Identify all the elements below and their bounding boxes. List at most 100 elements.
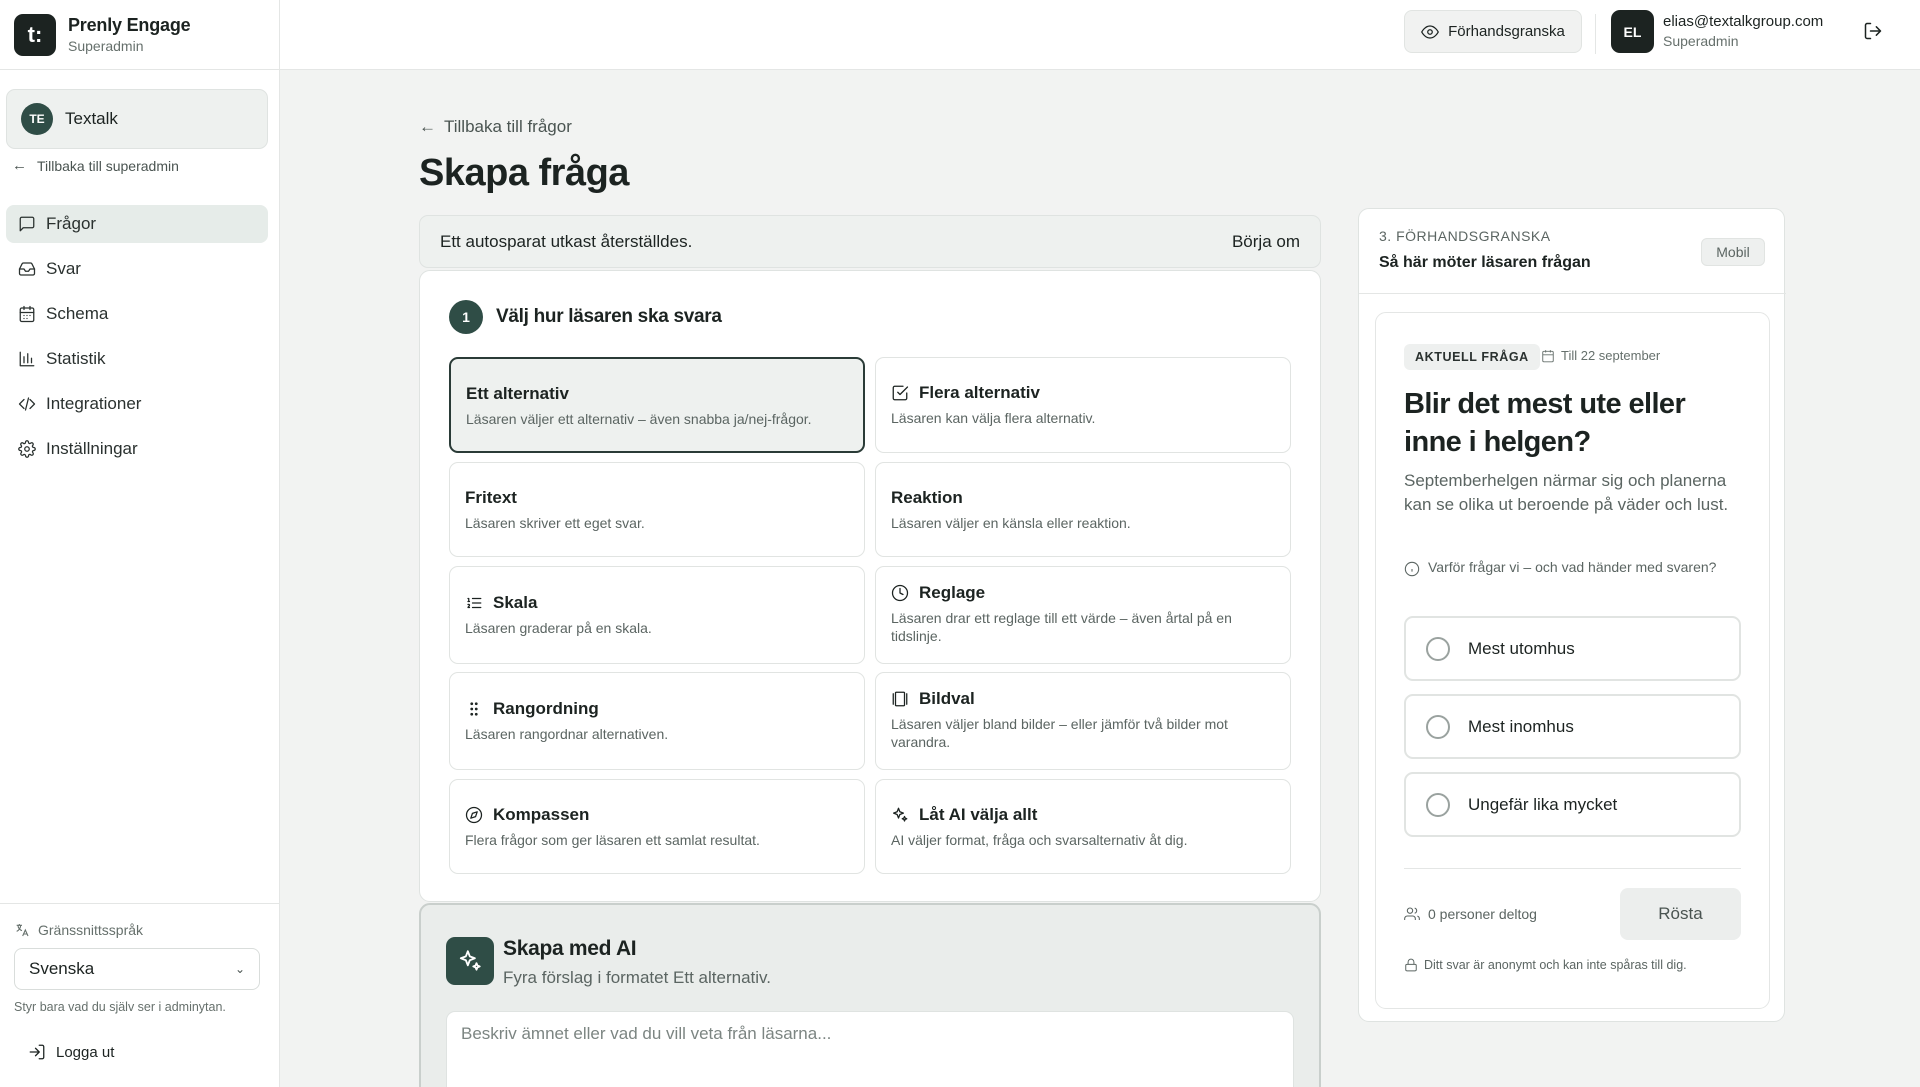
sidebar-nav: Frågor Svar Schema Statistik Integration… xyxy=(6,205,268,475)
option-desc: Läsaren väljer ett alternativ – även sna… xyxy=(466,411,812,427)
option-desc: Läsaren rangordnar alternativen. xyxy=(465,726,669,742)
translate-icon xyxy=(16,924,29,937)
lock-icon xyxy=(1405,958,1417,972)
log-in-icon xyxy=(29,1044,45,1060)
gallery-icon xyxy=(892,691,908,707)
ai-topic-input[interactable] xyxy=(446,1011,1294,1087)
app-logo: t: xyxy=(14,13,56,56)
option-fritext[interactable]: Fritext Läsaren skriver ett eget svar. xyxy=(449,462,865,557)
answer-option[interactable]: Mest utomhus xyxy=(1404,616,1741,681)
option-ett-alternativ[interactable]: Ett alternativ Läsaren väljer ett altern… xyxy=(449,357,865,453)
option-lat-ai-valja-allt[interactable]: Låt AI välja allt AI väljer format, fråg… xyxy=(875,779,1291,874)
option-skala[interactable]: Skala Läsaren graderar på en skala. xyxy=(449,566,865,664)
topbar: Förhandsgranska EL elias@textalkgroup.co… xyxy=(280,0,1920,70)
user-email: elias@textalkgroup.com xyxy=(1663,13,1824,30)
language-select[interactable]: Svenska ⌄ xyxy=(14,948,260,990)
gear-icon xyxy=(18,440,36,458)
answer-label: Mest inomhus xyxy=(1468,716,1574,736)
compass-icon xyxy=(465,806,483,824)
sidebar-item-svar[interactable]: Svar xyxy=(6,250,268,288)
option-title: Fritext xyxy=(465,488,517,507)
why-we-ask-label: Varför frågar vi – och vad händer med sv… xyxy=(1428,559,1717,575)
radio-button[interactable] xyxy=(1426,714,1450,739)
sidebar-item-statistik[interactable]: Statistik xyxy=(6,340,268,378)
language-hint: Styr bara vad du själv ser i adminytan. xyxy=(14,1000,226,1014)
preview-step-label: 3. FÖRHANDSGRANSKA xyxy=(1379,228,1551,244)
option-rangordning[interactable]: Rangordning Läsaren rangordnar alternati… xyxy=(449,672,865,770)
sidebar-item-fragor[interactable]: Frågor xyxy=(6,205,268,243)
answer-option[interactable]: Ungefär lika mycket xyxy=(1404,772,1741,837)
sidebar-item-label: Integrationer xyxy=(46,394,142,413)
sidebar-item-integrationer[interactable]: Integrationer xyxy=(6,385,268,423)
sign-out-button[interactable] xyxy=(1863,21,1885,43)
step-number: 1 xyxy=(449,300,483,334)
sparkles-icon xyxy=(892,807,908,822)
preview-button[interactable]: Förhandsgranska xyxy=(1404,10,1582,53)
back-to-superadmin-link[interactable]: ← Tillbaka till superadmin xyxy=(12,157,179,174)
option-desc: Läsaren drar ett reglage till ett värde … xyxy=(891,610,1232,644)
participant-count-text: 0 personer deltog xyxy=(1428,906,1537,922)
option-reaktion[interactable]: Reaktion Läsaren väljer en känsla eller … xyxy=(875,462,1291,557)
avatar[interactable]: EL xyxy=(1611,10,1654,53)
message-square-icon xyxy=(19,216,35,232)
answer-option[interactable]: Mest inomhus xyxy=(1404,694,1741,759)
participant-count: 0 personer deltog xyxy=(1404,906,1537,922)
deadline-text: Till 22 september xyxy=(1561,348,1661,363)
calendar-icon xyxy=(1542,349,1554,362)
users-icon xyxy=(1404,907,1420,920)
checkbox-icon xyxy=(892,385,909,401)
option-title: Låt AI välja allt xyxy=(919,805,1038,824)
option-title: Reglage xyxy=(919,583,986,602)
option-title-row: Bildval xyxy=(891,689,1275,709)
option-title: Skala xyxy=(493,593,538,612)
back-to-superadmin-label: Tillbaka till superadmin xyxy=(37,157,179,174)
option-desc: Läsaren väljer en känsla eller reaktion. xyxy=(891,515,1131,531)
preview-divider xyxy=(1359,293,1786,294)
option-reglage[interactable]: Reglage Läsaren drar ett reglage till et… xyxy=(875,566,1291,664)
option-kompassen[interactable]: Kompassen Flera frågor som ger läsaren e… xyxy=(449,779,865,874)
user-role: Superadmin xyxy=(1663,33,1739,49)
option-title-row: Skala xyxy=(465,593,849,613)
why-we-ask-link[interactable]: Varför frågar vi – och vad händer med sv… xyxy=(1404,558,1749,577)
option-desc: Läsaren väljer bland bilder – eller jämf… xyxy=(891,716,1228,750)
language-select-value: Svenska xyxy=(29,959,95,978)
anonymity-note-text: Ditt svar är anonymt och kan inte spåras… xyxy=(1424,958,1687,972)
radio-button[interactable] xyxy=(1426,792,1450,817)
option-title-row: Reglage xyxy=(891,583,1275,603)
page-title: Skapa fråga xyxy=(419,152,629,194)
answer-type-step: 1 Välj hur läsaren ska svara Ett alterna… xyxy=(419,270,1321,902)
sidebar-item-label: Schema xyxy=(46,304,109,323)
ai-sparkles-badge xyxy=(446,937,494,985)
create-with-ai-card: Skapa med AI Fyra förslag i formatet Ett… xyxy=(419,903,1321,1087)
step-title: Välj hur läsaren ska svara xyxy=(496,306,722,327)
arrow-left-icon: ← xyxy=(12,157,27,174)
sidebar-item-installningar[interactable]: Inställningar xyxy=(6,430,268,468)
app-name: Prenly Engage xyxy=(68,15,191,35)
draft-notice: Ett autosparat utkast återställdes. Börj… xyxy=(419,215,1321,268)
logout-button[interactable]: Logga ut xyxy=(28,1043,114,1061)
back-to-questions-link[interactable]: ← Tillbaka till frågor xyxy=(419,117,572,137)
draft-notice-text: Ett autosparat utkast återställdes. xyxy=(440,231,693,251)
option-desc: Flera frågor som ger läsaren ett samlat … xyxy=(465,832,760,848)
vote-button[interactable]: Rösta xyxy=(1620,888,1741,940)
sidebar-item-schema[interactable]: Schema xyxy=(6,295,268,333)
option-title-row: Rangordning xyxy=(465,699,849,719)
option-bildval[interactable]: Bildval Läsaren väljer bland bilder – el… xyxy=(875,672,1291,770)
question-preview-card: AKTUELL FRÅGA Till 22 september Blir det… xyxy=(1375,312,1770,1009)
org-switcher[interactable]: TE Textalk xyxy=(6,89,268,149)
option-flera-alternativ[interactable]: Flera alternativ Läsaren kan välja flera… xyxy=(875,357,1291,453)
info-icon xyxy=(1404,561,1420,577)
chevron-down-icon: ⌄ xyxy=(234,962,245,976)
list-ordered-icon xyxy=(467,597,482,609)
anonymity-note: Ditt svar är anonymt och kan inte spåras… xyxy=(1404,958,1687,972)
device-toggle[interactable]: Mobil xyxy=(1701,238,1765,266)
sidebar-item-label: Frågor xyxy=(46,214,97,233)
option-title: Reaktion xyxy=(891,488,963,507)
ai-card-title: Skapa med AI xyxy=(503,937,637,960)
eye-icon xyxy=(1421,24,1440,39)
radio-button[interactable] xyxy=(1426,636,1450,661)
start-over-button[interactable]: Börja om xyxy=(1232,232,1300,252)
preview-title: Så här möter läsaren frågan xyxy=(1379,254,1591,271)
brand: t: Prenly Engage Superadmin xyxy=(0,0,279,70)
option-title-row: Flera alternativ xyxy=(891,383,1275,403)
